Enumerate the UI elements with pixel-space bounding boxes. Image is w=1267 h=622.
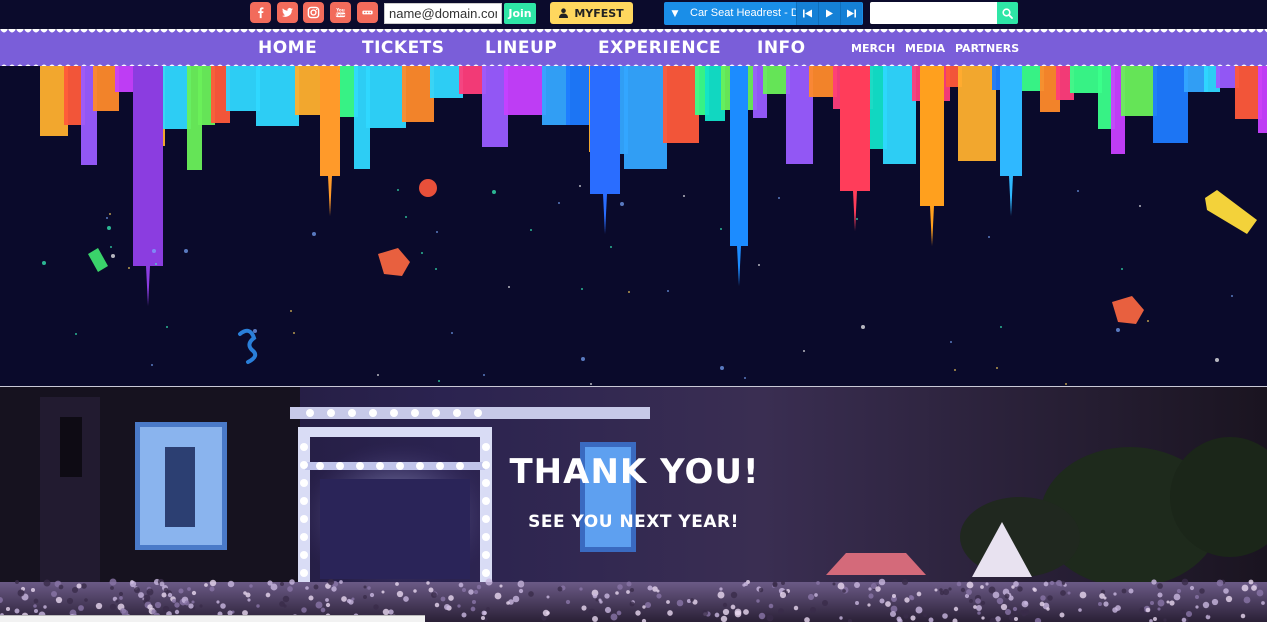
previous-track-icon[interactable]: [796, 2, 818, 25]
nav-media[interactable]: MEDIA: [905, 42, 945, 55]
youtube-icon[interactable]: You Tube: [330, 2, 351, 23]
myfest-button[interactable]: MYFEST: [550, 2, 633, 24]
facebook-icon[interactable]: [250, 2, 271, 23]
next-track-icon[interactable]: [840, 2, 862, 25]
nav-home[interactable]: HOME: [258, 38, 317, 58]
nav-info[interactable]: INFO: [757, 38, 806, 58]
more-icon[interactable]: [357, 2, 378, 23]
music-player: ▼ Car Seat Headrest - Dr: [664, 2, 863, 25]
concert-photo: [0, 387, 1267, 622]
newsletter-email-input[interactable]: [384, 3, 502, 24]
play-icon[interactable]: [818, 2, 840, 25]
nav-experience[interactable]: EXPERIENCE: [598, 38, 721, 58]
twitter-icon[interactable]: [277, 2, 298, 23]
nav-lineup[interactable]: LINEUP: [485, 38, 557, 58]
nav-tickets[interactable]: TICKETS: [362, 38, 445, 58]
see-you-next-year-subheading: SEE YOU NEXT YEAR!: [528, 512, 739, 532]
nav-partners[interactable]: PARTNERS: [955, 42, 1019, 55]
browser-status-bar: [0, 615, 425, 622]
player-track-title: Car Seat Headrest - Dr: [690, 7, 796, 19]
search-button[interactable]: [997, 2, 1018, 24]
floating-ball: [419, 179, 437, 197]
nav-merch[interactable]: MERCH: [851, 42, 895, 55]
myfest-label: MYFEST: [574, 6, 624, 20]
search-input[interactable]: [870, 2, 997, 24]
user-icon: [559, 8, 569, 18]
thank-you-heading: THANK YOU!: [509, 452, 760, 492]
svg-text:Tube: Tube: [336, 13, 346, 17]
top-utility-bar: YouTube Join MYFEST ▼ Car Seat Headrest …: [0, 0, 1267, 30]
page: YouTube Join MYFEST ▼ Car Seat Headrest …: [0, 0, 1267, 622]
hero-city-illustration: [0, 66, 1267, 386]
search-icon: [1002, 7, 1013, 19]
nav-wave-top: [0, 29, 1267, 33]
player-dropdown-icon[interactable]: ▼: [664, 2, 686, 25]
svg-text:You: You: [335, 8, 344, 13]
join-button[interactable]: Join: [504, 3, 536, 24]
instagram-icon[interactable]: [303, 2, 324, 23]
